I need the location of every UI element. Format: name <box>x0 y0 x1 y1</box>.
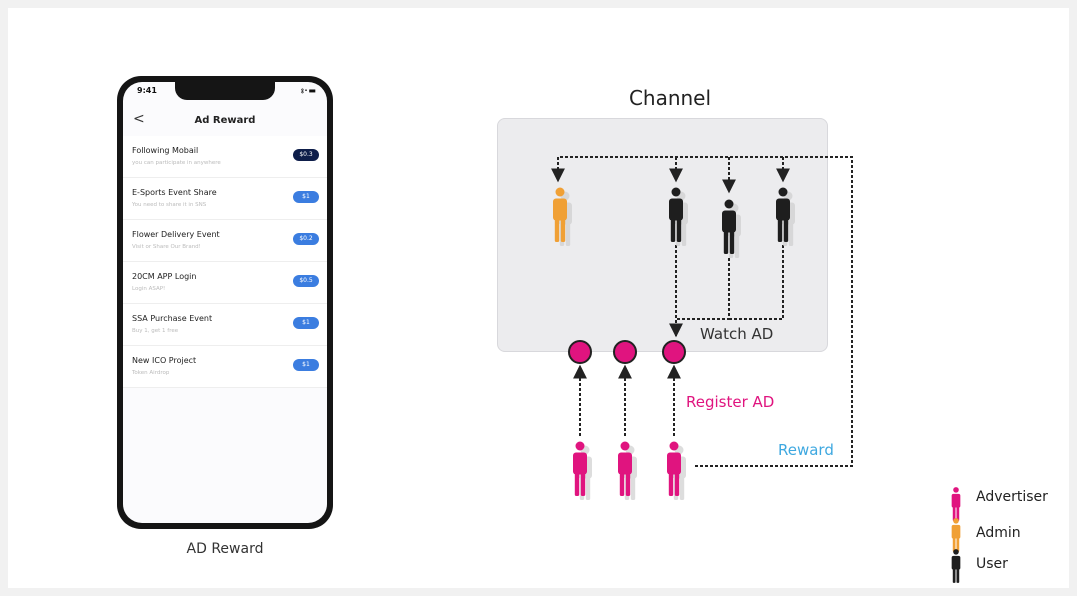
legend-label: Admin <box>976 525 1021 541</box>
legend-label: Advertiser <box>976 489 1048 505</box>
legend-label: User <box>976 556 1008 572</box>
watch-ad-label: Watch AD <box>700 325 774 343</box>
legend-user-icon <box>951 549 961 583</box>
reward-label: Reward <box>778 441 834 459</box>
legend-admin-icon <box>951 518 961 552</box>
user-icon <box>669 187 688 246</box>
advertiser-icon <box>618 441 637 500</box>
admin-icon <box>553 187 572 246</box>
user-icon <box>722 199 741 258</box>
legend-advertiser-icon <box>951 487 961 521</box>
ad-slot <box>662 340 686 364</box>
ad-slot <box>568 340 592 364</box>
register-ad-label: Register AD <box>686 393 775 411</box>
reward-network-lines <box>551 156 853 467</box>
user-icon <box>776 187 795 246</box>
ad-slot <box>613 340 637 364</box>
advertiser-icon <box>667 441 686 500</box>
flow-diagram <box>551 156 961 583</box>
advertiser-icon <box>573 441 592 500</box>
register-ad-lines <box>573 364 681 436</box>
watch-ad-lines <box>669 245 784 338</box>
